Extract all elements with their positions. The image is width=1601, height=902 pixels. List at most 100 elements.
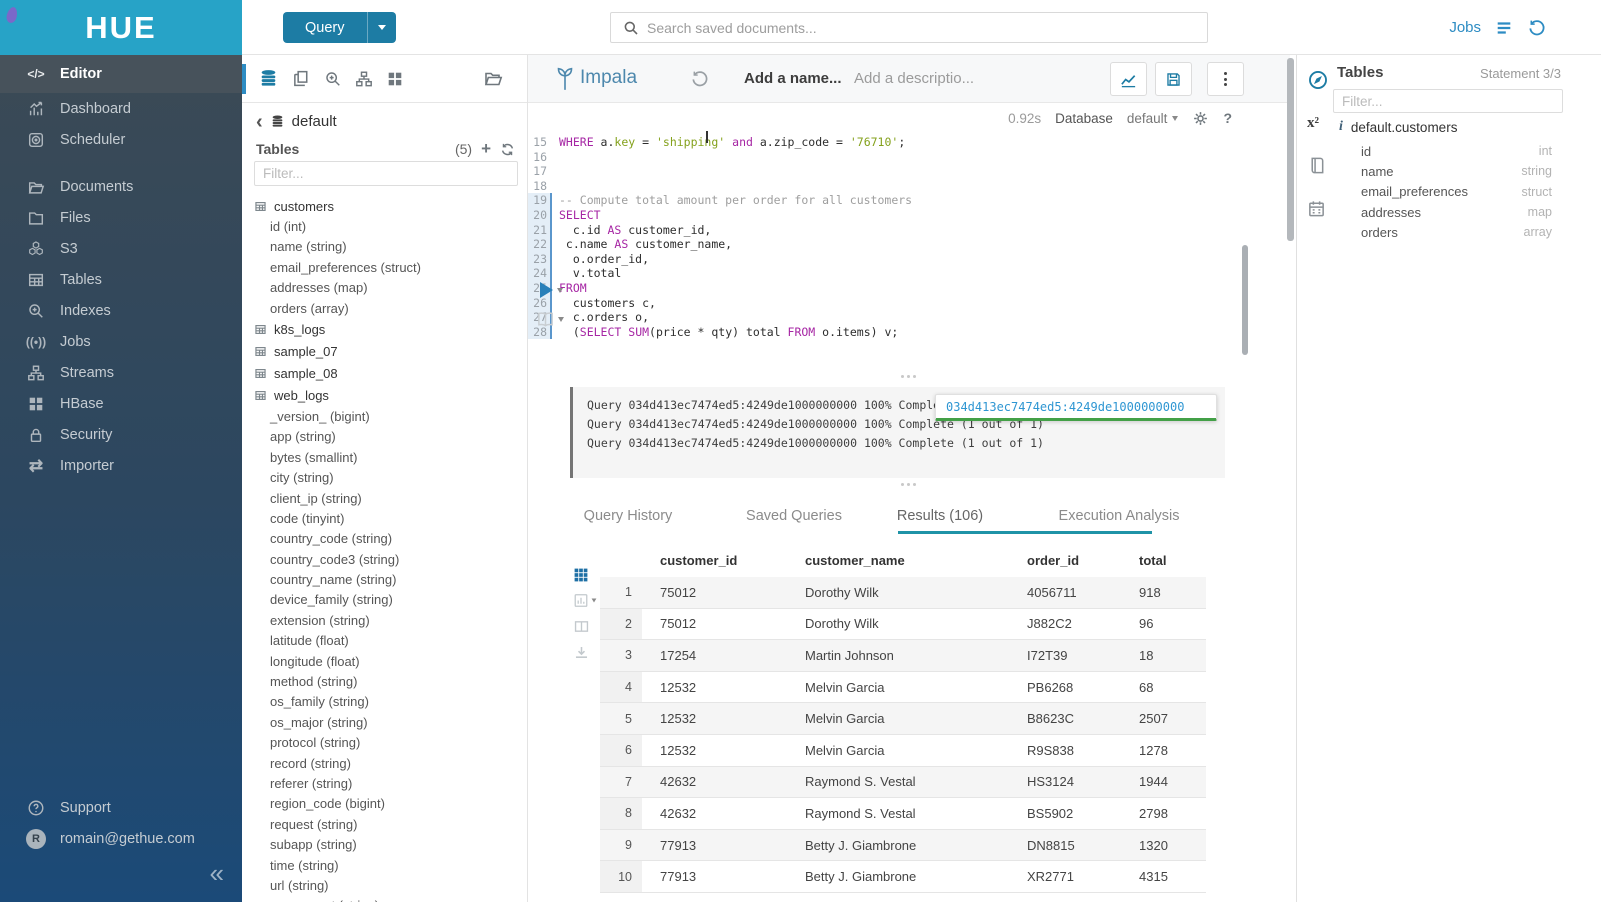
sidebar-item-dashboard[interactable]: Dashboard xyxy=(0,93,242,124)
tree-column[interactable]: addresses (map) xyxy=(242,278,527,298)
history-icon[interactable] xyxy=(1527,18,1546,37)
presentation-mode-icon[interactable] xyxy=(536,311,564,328)
code-line[interactable]: 16 xyxy=(528,150,1248,165)
sidebar-item-importer[interactable]: ⇄Importer xyxy=(0,450,242,481)
tree-column[interactable]: os_family (string) xyxy=(242,692,527,712)
back-chevron-icon[interactable]: ‹ xyxy=(256,115,263,129)
tree-column[interactable]: country_name (string) xyxy=(242,570,527,590)
column-header-order_id[interactable]: order_id xyxy=(1009,543,1121,577)
tree-table-customers[interactable]: customers xyxy=(242,195,527,217)
code-line[interactable]: 24 v.total xyxy=(528,266,1248,281)
table-view-icon[interactable] xyxy=(573,567,597,583)
code-line[interactable]: 21 c.id AS customer_id, xyxy=(528,223,1248,238)
indexes-tab-icon[interactable] xyxy=(324,70,342,88)
table-row[interactable]: 1077913Betty J. GiambroneXR27714315 xyxy=(600,861,1206,893)
sidebar-item-tables[interactable]: Tables xyxy=(0,264,242,295)
help-icon[interactable]: ? xyxy=(1223,110,1232,126)
tree-column[interactable]: subapp (string) xyxy=(242,835,527,855)
table-row[interactable]: 842632Raymond S. VestalBS59022798 xyxy=(600,798,1206,830)
right-panel-filter-input[interactable] xyxy=(1333,89,1563,113)
search-input[interactable] xyxy=(647,20,1207,36)
tree-column[interactable]: device_family (string) xyxy=(242,590,527,610)
code-line[interactable]: 27 c.orders o, xyxy=(528,310,1248,325)
tables-filter-input[interactable] xyxy=(254,161,518,186)
folder-open-icon[interactable] xyxy=(483,68,503,88)
code-line[interactable]: 19-- Compute total amount per order for … xyxy=(528,193,1248,208)
resize-handle[interactable] xyxy=(858,483,958,486)
tree-column[interactable]: method (string) xyxy=(242,672,527,692)
sidebar-item-files[interactable]: Files xyxy=(0,202,242,233)
tree-column[interactable]: latitude (float) xyxy=(242,631,527,651)
functions-tab-icon[interactable]: x² xyxy=(1307,115,1333,132)
query-history-icon[interactable] xyxy=(690,69,709,88)
jobs-link[interactable]: Jobs xyxy=(1449,19,1481,36)
tree-column[interactable]: protocol (string) xyxy=(242,733,527,753)
code-line[interactable]: 15WHERE a.key = 'shipping' and a.zip_cod… xyxy=(528,135,1248,150)
tree-column[interactable]: region_code (bigint) xyxy=(242,794,527,814)
collapse-sidebar-button[interactable]: « xyxy=(210,860,224,886)
page-scrollbar[interactable] xyxy=(1287,58,1294,241)
code-line[interactable]: 17 xyxy=(528,164,1248,179)
table-row[interactable]: 512532Melvin GarciaB8623C2507 xyxy=(600,703,1206,735)
add-table-icon[interactable]: + xyxy=(481,139,491,159)
tree-column[interactable]: _version_ (bigint) xyxy=(242,407,527,427)
tree-column[interactable]: user_agent (string) xyxy=(242,896,527,902)
sidebar-item-jobs[interactable]: ((•))Jobs xyxy=(0,326,242,357)
language-reference-tab-icon[interactable] xyxy=(1307,156,1333,175)
refresh-icon[interactable] xyxy=(500,142,515,157)
query-description-field[interactable]: Add a descriptio... xyxy=(854,70,974,87)
column-header-customer_id[interactable]: customer_id xyxy=(642,543,787,577)
tab-execution-analysis[interactable]: Execution Analysis xyxy=(1059,508,1180,524)
right-panel-column-name[interactable]: namestring xyxy=(1361,161,1552,181)
tree-column[interactable]: country_code (string) xyxy=(242,529,527,549)
table-row[interactable]: 275012Dorothy WilkJ882C296 xyxy=(600,609,1206,641)
tab-saved-queries[interactable]: Saved Queries xyxy=(746,508,842,524)
tree-column[interactable]: time (string) xyxy=(242,856,527,876)
code-line[interactable]: 22 c.name AS customer_name, xyxy=(528,237,1248,252)
sidebar-item-support[interactable]: Support xyxy=(0,792,242,823)
query-dropdown-button[interactable] xyxy=(367,12,396,43)
tree-column[interactable]: extension (string) xyxy=(242,611,527,631)
sidebar-item-streams[interactable]: Streams xyxy=(0,357,242,388)
tree-column[interactable]: city (string) xyxy=(242,468,527,488)
engine-name[interactable]: Impala xyxy=(580,67,637,89)
code-line[interactable]: 25FROM xyxy=(528,281,1248,296)
hbase-tab-icon[interactable] xyxy=(386,70,404,88)
databases-tab-icon[interactable] xyxy=(258,68,279,89)
sidebar-item-s3[interactable]: S3 xyxy=(0,233,242,264)
tree-column[interactable]: client_ip (string) xyxy=(242,489,527,509)
table-row[interactable]: 175012Dorothy Wilk4056711918 xyxy=(600,577,1206,609)
tree-column[interactable]: bytes (smallint) xyxy=(242,448,527,468)
tree-column[interactable]: id (int) xyxy=(242,217,527,237)
sidebar-item-indexes[interactable]: Indexes xyxy=(0,295,242,326)
tree-table-web_logs[interactable]: web_logs xyxy=(242,385,527,407)
column-header-total[interactable]: total xyxy=(1121,543,1206,577)
tree-column[interactable]: url (string) xyxy=(242,876,527,896)
save-button[interactable] xyxy=(1155,62,1192,96)
assist-tab-icon[interactable] xyxy=(1307,69,1333,91)
code-line[interactable]: 23 o.order_id, xyxy=(528,252,1248,267)
sidebar-item-editor[interactable]: </>Editor xyxy=(0,55,242,93)
right-panel-column-addresses[interactable]: addressesmap xyxy=(1361,202,1552,222)
sidebar-item-scheduler[interactable]: Scheduler xyxy=(0,124,242,155)
table-row[interactable]: 742632Raymond S. VestalHS31241944 xyxy=(600,767,1206,799)
sidebar-item-security[interactable]: Security xyxy=(0,419,242,450)
tab-query-history[interactable]: Query History xyxy=(584,508,673,524)
breadcrumb-database[interactable]: default xyxy=(292,113,337,130)
jobs-list-icon[interactable] xyxy=(1495,19,1513,37)
tree-column[interactable]: code (tinyint) xyxy=(242,509,527,529)
tree-column[interactable]: record (string) xyxy=(242,754,527,774)
streams-tab-icon[interactable] xyxy=(355,70,373,88)
chart-button[interactable] xyxy=(1110,62,1147,96)
editor-scrollbar[interactable] xyxy=(1242,245,1248,355)
tree-column[interactable]: app (string) xyxy=(242,427,527,447)
code-line[interactable]: 18 xyxy=(528,179,1248,194)
sidebar-item-documents[interactable]: Documents xyxy=(0,171,242,202)
tree-table-sample_07[interactable]: sample_07 xyxy=(242,341,527,363)
table-row[interactable]: 317254Martin JohnsonI72T3918 xyxy=(600,640,1206,672)
table-row[interactable]: 412532Melvin GarciaPB626868 xyxy=(600,672,1206,704)
code-line[interactable]: 28 (SELECT SUM(price * qty) total FROM o… xyxy=(528,325,1248,340)
hue-logo[interactable]: HUE xyxy=(0,0,242,55)
settings-gear-icon[interactable] xyxy=(1192,110,1209,127)
code-line[interactable]: 26 customers c, xyxy=(528,296,1248,311)
